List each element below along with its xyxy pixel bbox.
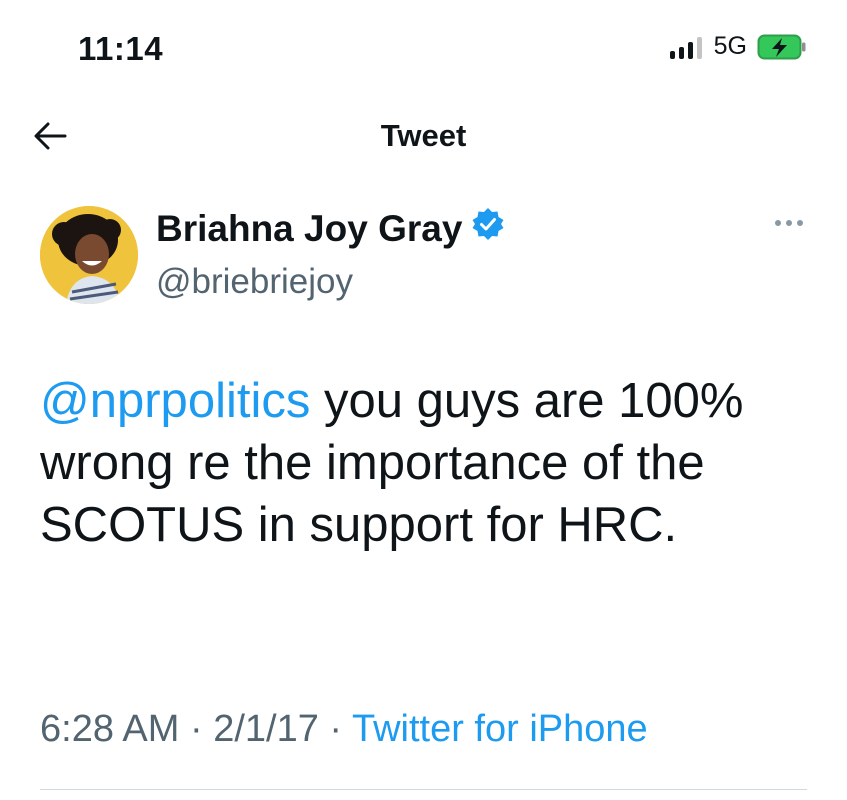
tweet-screen: 11:14 5G Tweet Briahna Joy Gray @briebri… xyxy=(0,0,847,800)
more-options-icon[interactable] xyxy=(775,220,803,226)
meta-separator: · xyxy=(179,708,214,750)
author-name[interactable]: Briahna Joy Gray xyxy=(156,207,505,250)
avatar[interactable] xyxy=(40,206,138,304)
status-indicators: 5G xyxy=(669,32,807,61)
tweet-meta: 6:28 AM · 2/1/17 · Twitter for iPhone xyxy=(40,708,648,751)
tweet-text: @nprpolitics you guys are 100% wrong re … xyxy=(40,370,820,556)
divider xyxy=(40,789,807,790)
tweet-time: 6:28 AM xyxy=(40,708,180,750)
status-time: 11:14 xyxy=(78,30,164,67)
meta-separator: · xyxy=(318,708,352,750)
author-name-text: Briahna Joy Gray xyxy=(156,207,463,249)
signal-icon xyxy=(669,35,702,59)
page-title: Tweet xyxy=(380,118,467,153)
network-type: 5G xyxy=(713,32,747,60)
tweet-source-link[interactable]: Twitter for iPhone xyxy=(352,708,648,750)
mention-link[interactable]: @nprpolitics xyxy=(40,374,310,428)
battery-charging-icon xyxy=(757,34,807,60)
tweet-date: 2/1/17 xyxy=(213,708,319,750)
verified-badge-icon xyxy=(471,207,505,250)
author-handle[interactable]: @briebriejoy xyxy=(156,262,353,302)
